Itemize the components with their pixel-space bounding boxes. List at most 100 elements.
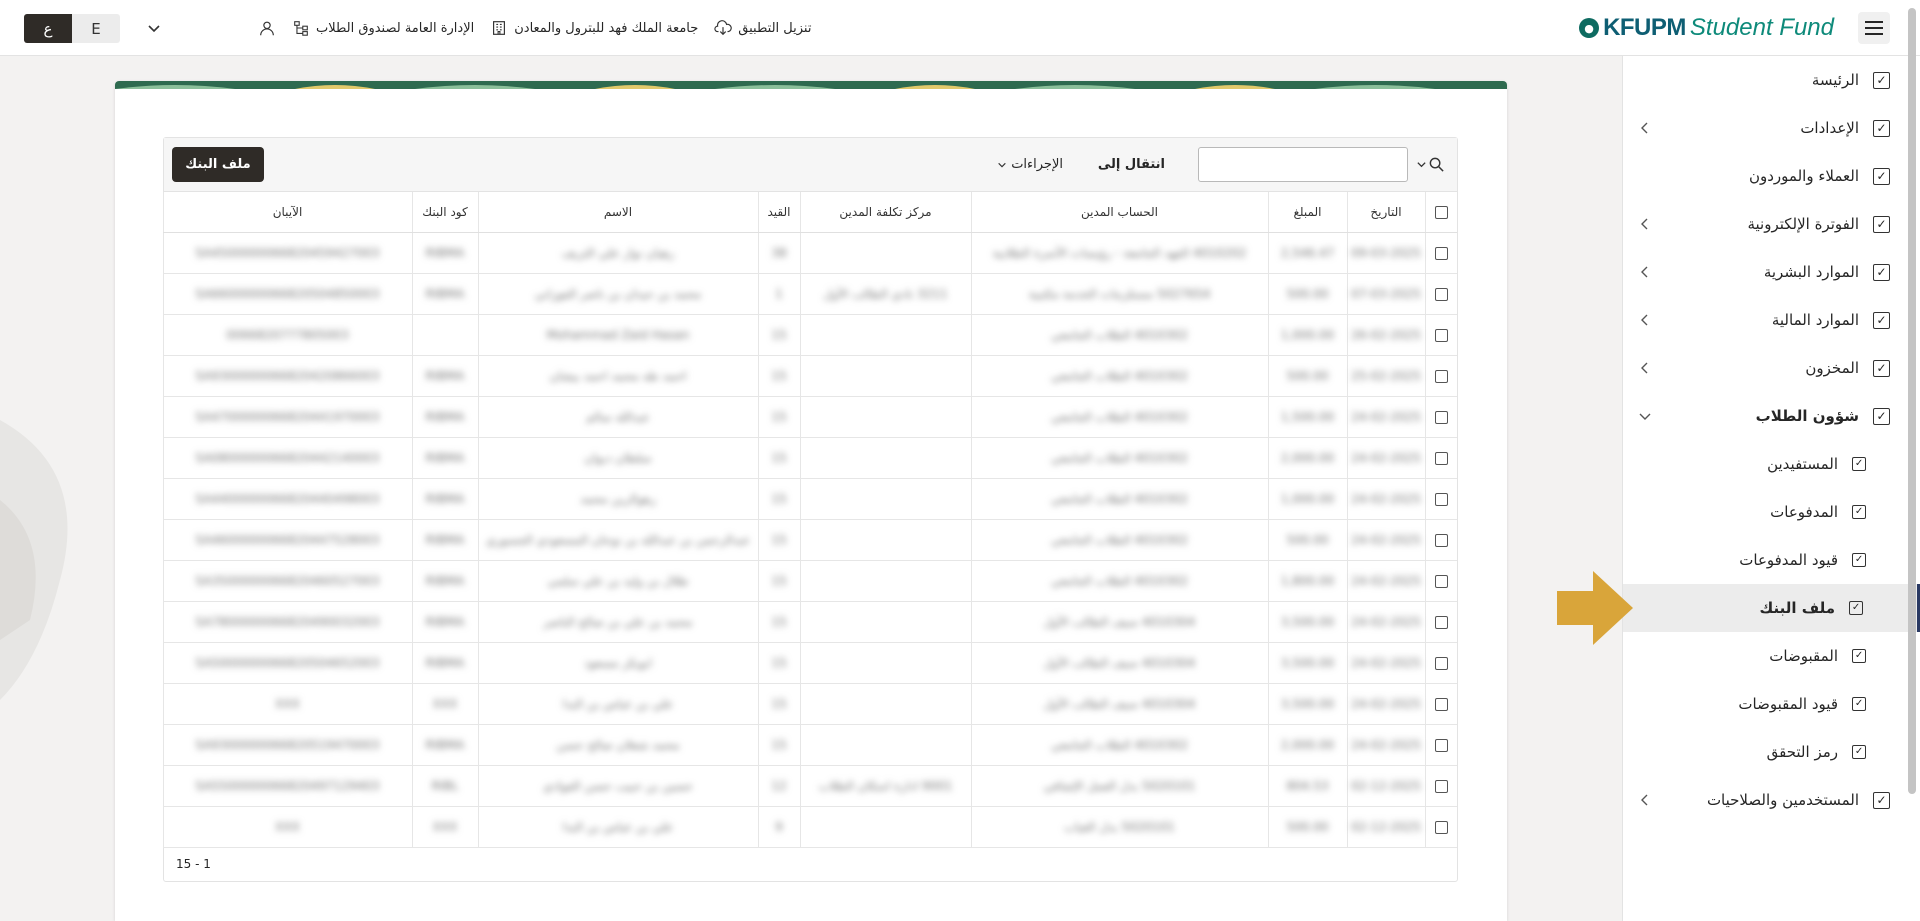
row-checkbox[interactable] [1434, 574, 1448, 588]
table-row[interactable]: 24-02-2025 1,500.00 4010302 الطلاب الجامعي… [162, 396, 1457, 438]
row-checkbox[interactable] [1434, 533, 1448, 547]
chevron-left-icon[interactable] [1637, 312, 1653, 328]
table-row[interactable]: 24-02-2025 1,000.00 4010302 الطلاب الجامعي… [162, 478, 1457, 520]
col-header-entry[interactable]: القيد [757, 192, 800, 233]
table-cell: 02-12-2025 [1346, 806, 1425, 848]
search-input[interactable] [1198, 147, 1408, 182]
col-header-cost-center[interactable]: مركز تكلفة المدين [799, 192, 971, 233]
sidebar-item[interactable]: ✓ المستخدمين والصلاحيات [1623, 776, 1920, 824]
go-to-button[interactable]: انتقال إلى [1098, 157, 1165, 172]
table-row[interactable]: 24-02-2025 2,000.00 4010302 الطلاب الجامعي… [162, 437, 1457, 479]
table-cell: 4010302 الطلاب الجامعي [970, 437, 1268, 479]
table-cell: Mohammad Zaid Hasan [477, 314, 758, 356]
admin-link[interactable]: الإدارة العامة لصندوق الطلاب [292, 19, 474, 37]
row-checkbox[interactable] [1434, 369, 1448, 383]
table-row[interactable]: 24-02-2025 1,800.00 4010302 الطلاب الجامعي… [162, 560, 1457, 602]
table-cell: 15 [757, 683, 800, 725]
sidebar-item[interactable]: ✓ الموارد المالية [1623, 296, 1920, 344]
row-checkbox[interactable] [1434, 615, 1448, 629]
table-row[interactable]: 09-03-2025 2,546.47 4010202 الفهد الجامعة … [162, 232, 1457, 274]
table-cell: 1,500.00 [1267, 396, 1347, 438]
table-row[interactable]: 24-02-2025 3,500.00 4010304 سيف الطالب الأ… [162, 601, 1457, 643]
table-cell [799, 396, 971, 438]
sidebar-item[interactable]: ✓ العملاء والموردون [1623, 152, 1920, 200]
table-cell: 07-03-2025 [1346, 273, 1425, 315]
checkbox-icon: ✓ [1852, 697, 1866, 711]
sidebar-item[interactable]: ✓ الإعدادات [1623, 104, 1920, 152]
table-cell: 24-02-2025 [1346, 478, 1425, 520]
sidebar-item[interactable]: ✓ المستفيدين [1623, 440, 1920, 488]
table-cell: SA5500000066820497129403 [162, 765, 412, 807]
checkbox-icon: ✓ [1873, 311, 1890, 329]
table-cell: علي بن عباس بن البدا [477, 683, 758, 725]
search-column-button[interactable] [1416, 156, 1445, 173]
row-select-cell [1424, 314, 1457, 356]
app-logo[interactable]: ● KFUPM Student Fund [1579, 12, 1834, 44]
row-checkbox[interactable] [1434, 492, 1448, 506]
sidebar-item[interactable]: ✓ الرئيسة [1623, 56, 1920, 104]
row-checkbox[interactable] [1434, 451, 1448, 465]
sidebar-item[interactable]: ✓ المدفوعات [1623, 488, 1920, 536]
table-row[interactable]: 25-02-2025 500.00 4010302 الطلاب الجامعي 15… [162, 355, 1457, 397]
row-checkbox[interactable] [1434, 656, 1448, 670]
sidebar-item[interactable]: ✓ قيود المدفوعات [1623, 536, 1920, 584]
col-header-iban[interactable]: الآيبان [162, 192, 412, 233]
sidebar-item[interactable]: ✓ الفوترة الإلكترونية [1623, 200, 1920, 248]
table-row[interactable]: 24-02-2025 3,500.00 4010304 سيف الطالب الأ… [162, 683, 1457, 725]
table-row[interactable]: 24-02-2025 3,500.00 4010304 سيف الطالب الأ… [162, 642, 1457, 684]
chevron-left-icon[interactable] [1637, 120, 1653, 136]
row-checkbox[interactable] [1434, 246, 1448, 260]
row-checkbox[interactable] [1434, 287, 1448, 301]
select-all-checkbox[interactable] [1434, 205, 1448, 219]
row-checkbox[interactable] [1434, 738, 1448, 752]
chevron-left-icon[interactable] [1637, 264, 1653, 280]
table-row[interactable]: 02-12-2025 804.53 5020101 بدل العمل الإضاف… [162, 765, 1457, 807]
sidebar-item[interactable]: ✓ رمز التحقق [1623, 728, 1920, 776]
university-link[interactable]: جامعة الملك فهد للبترول والمعادن [490, 19, 698, 37]
actions-menu-button[interactable]: الإجراءات [997, 157, 1063, 172]
col-header-date[interactable]: التاريخ [1346, 192, 1425, 233]
table-row[interactable]: 26-02-2025 1,000.00 4010302 الطلاب الجامعي… [162, 314, 1457, 356]
menu-toggle-button[interactable] [1858, 12, 1890, 44]
row-checkbox[interactable] [1434, 779, 1448, 793]
table-cell: 24-02-2025 [1346, 396, 1425, 438]
table-cell: 15 [757, 478, 800, 520]
lang-ar-button[interactable]: ع [24, 14, 72, 43]
row-checkbox[interactable] [1434, 820, 1448, 834]
sidebar-item[interactable]: ✓ قيود المقبوضات [1623, 680, 1920, 728]
chevron-left-icon[interactable] [1637, 792, 1653, 808]
table-header-row: التاريخ المبلغ الحساب المدين مركز تكلفة … [162, 192, 1457, 233]
table-cell: 24-02-2025 [1346, 642, 1425, 684]
download-app-link[interactable]: تنزيل التطبيق [714, 19, 811, 37]
org-chart-icon [294, 21, 308, 36]
table-row[interactable]: 07-03-2025 500.00 5027654 مستلزمات الخدمة … [162, 273, 1457, 315]
page-scrollbar[interactable] [1908, 8, 1916, 794]
col-header-debit-account[interactable]: الحساب المدين [970, 192, 1268, 233]
sidebar-item[interactable]: ✓ المقبوضات [1623, 632, 1920, 680]
table-row[interactable]: 24-02-2025 500.00 4010302 الطلاب الجامعي 15… [162, 519, 1457, 561]
sidebar-item[interactable]: ✓ ملف البنك [1623, 584, 1920, 632]
col-header-bank-code[interactable]: كود البنك [411, 192, 478, 233]
user-menu-chevron-icon[interactable] [146, 20, 162, 36]
row-checkbox[interactable] [1434, 328, 1448, 342]
sidebar-item[interactable]: ✓ شؤون الطلاب [1623, 392, 1920, 440]
chevron-left-icon[interactable] [1637, 360, 1653, 376]
sidebar-item[interactable]: ✓ الموارد البشرية [1623, 248, 1920, 296]
table-row[interactable]: 02-12-2025 500.00 5020101 بدل الغياب 9 علي ب… [162, 806, 1457, 848]
col-header-name[interactable]: الاسم [477, 192, 758, 233]
user-icon[interactable] [258, 19, 276, 37]
row-checkbox[interactable] [1434, 697, 1448, 711]
lang-en-button[interactable]: E [72, 14, 120, 43]
table-cell: SA0800000066820442140003 [162, 437, 412, 479]
chevron-down-icon[interactable] [1637, 408, 1653, 424]
checkbox-icon: ✓ [1852, 649, 1866, 663]
col-header-amount[interactable]: المبلغ [1267, 192, 1347, 233]
sidebar-item[interactable]: ✓ المخزون [1623, 344, 1920, 392]
row-checkbox[interactable] [1434, 410, 1448, 424]
chevron-left-icon[interactable] [1637, 216, 1653, 232]
table-row[interactable]: 24-02-2025 2,000.00 4010302 الطلاب الجامعي… [162, 724, 1457, 766]
table-cell: 24-02-2025 [1346, 683, 1425, 725]
table-body: 09-03-2025 2,546.47 4010202 الفهد الجامعة … [162, 232, 1457, 848]
table-cell: 24-02-2025 [1346, 724, 1425, 766]
bank-file-button[interactable]: ملف البنك [172, 147, 264, 182]
